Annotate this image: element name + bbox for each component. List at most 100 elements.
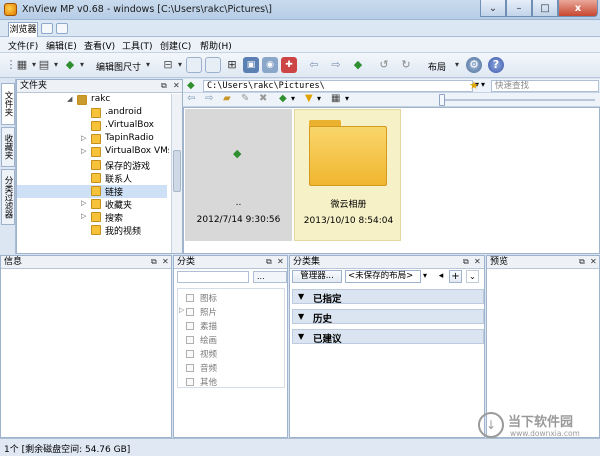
resize-dropdown-icon[interactable]: ▾ — [140, 57, 156, 73]
resize-button[interactable]: 编辑图尺寸 — [96, 60, 141, 73]
category-checkbox[interactable] — [186, 322, 194, 330]
menu-tools[interactable]: 工具(T) — [122, 39, 153, 52]
tree-item[interactable]: 链接 — [17, 185, 167, 198]
category-checkbox[interactable] — [186, 378, 194, 386]
rotate-left-icon[interactable]: ↺ — [376, 57, 392, 73]
quick-search-input[interactable]: 快速查找 — [491, 80, 599, 92]
add-layout-button[interactable]: + — [449, 270, 462, 283]
category-set-group[interactable]: ▼ 历史 — [292, 309, 484, 325]
tree-item[interactable]: ▷ VirtualBox VMs — [17, 146, 169, 159]
menu-help[interactable]: 帮助(H) — [200, 39, 232, 52]
close-button[interactable]: x — [558, 0, 598, 17]
reload-icon[interactable]: ◆ — [350, 57, 366, 73]
thumb-view-icon[interactable]: ▦ — [331, 93, 340, 104]
tab-viewer-icon[interactable] — [41, 23, 53, 34]
collapse-arrow-icon[interactable]: ▼ — [298, 312, 304, 321]
menu-view[interactable]: 查看(V) — [84, 39, 115, 52]
preview-close-icon[interactable]: ✕ — [590, 257, 597, 266]
minimize-button[interactable]: – — [506, 0, 532, 17]
tree-item[interactable]: ▷ TapinRadio — [17, 133, 167, 146]
back-arrow-icon[interactable]: ⇦ — [306, 57, 322, 73]
menu-file[interactable]: 文件(F) — [8, 39, 38, 52]
delete-icon[interactable]: ✖ — [259, 93, 267, 104]
side-tab-folders[interactable]: 文件夹 — [1, 83, 15, 125]
category-expander-icon[interactable]: ▷ — [179, 306, 184, 314]
side-tab-category-filter[interactable]: 分类过滤器 — [1, 169, 15, 225]
float-panel-icon[interactable]: ⧉ — [161, 81, 167, 91]
category-search-input[interactable] — [177, 271, 249, 283]
thumb-size-icon[interactable]: ▤ — [36, 57, 58, 73]
tree-expander-icon[interactable]: ▷ — [81, 134, 86, 142]
rotate-right-icon[interactable]: ↻ — [398, 57, 414, 73]
category-float-icon[interactable]: ⧉ — [266, 257, 272, 267]
extra-caption-button[interactable]: ⌄ — [480, 0, 506, 17]
go-icon[interactable]: ◆ — [187, 80, 195, 91]
settings-gear-icon[interactable]: ⚙ — [466, 57, 482, 73]
zoom-slider-handle[interactable] — [439, 94, 445, 106]
maximize-button[interactable]: □ — [532, 0, 558, 17]
tree-expander-icon[interactable]: ▷ — [81, 212, 86, 220]
category-close-icon[interactable]: ✕ — [277, 257, 284, 266]
folder-scrollbar-thumb[interactable] — [173, 150, 181, 192]
filter-dropdown-icon[interactable]: ▾ — [317, 94, 321, 103]
catset-float-icon[interactable]: ⧉ — [463, 257, 469, 267]
thumb-weiyun-album[interactable]: 微云相册 2013/10/10 8:54:04 — [294, 109, 401, 241]
category-set-group[interactable]: ▼ 已建议 — [292, 329, 484, 345]
tree-item[interactable]: ◢ rakc — [17, 94, 167, 107]
category-dropdown[interactable]: ... — [253, 271, 287, 283]
category-checkbox[interactable] — [186, 294, 194, 302]
category-checkbox[interactable] — [186, 308, 194, 316]
zoom-slider-track[interactable] — [439, 94, 595, 106]
tree-item[interactable]: .VirtualBox — [17, 120, 167, 133]
tree-item[interactable]: 联系人 — [17, 172, 167, 185]
preview-float-icon[interactable]: ⧉ — [579, 257, 585, 267]
thumb-view-dropdown-icon[interactable]: ▾ — [345, 94, 349, 103]
tree-item[interactable]: 保存的游戏 — [17, 159, 167, 172]
layout-button[interactable]: 布局 — [428, 60, 446, 73]
layout-dropdown-icon[interactable]: ▾ — [449, 57, 465, 73]
tree-item[interactable]: ▷ 搜索 — [17, 211, 167, 224]
category-checkbox[interactable] — [186, 364, 194, 372]
slideshow-icon[interactable]: ▣ — [243, 57, 259, 73]
view-mode-icon[interactable]: ▦ — [14, 57, 36, 73]
sync-dropdown-icon[interactable]: ▾ — [291, 94, 295, 103]
tree-expander-icon[interactable]: ▷ — [81, 147, 86, 155]
menu-create[interactable]: 创建(C) — [160, 39, 191, 52]
menu-edit[interactable]: 编辑(E) — [46, 39, 77, 52]
tab-browser[interactable]: 浏览器 — [8, 22, 38, 37]
side-tab-favorites[interactable]: 收藏夹 — [1, 127, 15, 167]
collapse-arrow-icon[interactable]: ▼ — [298, 332, 304, 341]
nav-back-icon[interactable]: ⇦ — [187, 93, 195, 104]
help-icon[interactable]: ? — [488, 57, 504, 73]
sync-icon[interactable]: ◆ — [279, 93, 287, 104]
capture-icon[interactable]: ◉ — [262, 57, 278, 73]
path-input[interactable]: C:\Users\rakc\Pictures\ — [203, 80, 473, 92]
rename-icon[interactable]: ✎ — [241, 93, 249, 104]
category-set-group[interactable]: ▼ 已指定 — [292, 289, 484, 305]
panel-toggle-2-icon[interactable] — [205, 57, 221, 73]
compare-icon[interactable]: ✚ — [281, 57, 297, 73]
bookmark-star-icon[interactable]: ★ — [469, 79, 479, 92]
manager-button[interactable]: 管理器... — [292, 270, 342, 283]
forward-arrow-icon[interactable]: ⇨ — [328, 57, 344, 73]
info-close-icon[interactable]: ✕ — [162, 257, 169, 266]
new-folder-icon[interactable]: ▰ — [223, 93, 231, 104]
close-panel-icon[interactable]: ✕ — [173, 81, 180, 90]
catset-close-icon[interactable]: ✕ — [474, 257, 481, 266]
layout-select[interactable]: <未保存的布局> — [345, 270, 421, 283]
tree-item[interactable]: .android — [17, 107, 167, 120]
layout-minus-icon[interactable]: ◂ — [435, 271, 447, 283]
category-checkbox[interactable] — [186, 336, 194, 344]
panel-toggle-1-icon[interactable] — [186, 57, 202, 73]
category-checkbox[interactable] — [186, 350, 194, 358]
info-float-icon[interactable]: ⧉ — [151, 257, 157, 267]
folder-scrollbar[interactable] — [171, 94, 182, 253]
network-icon[interactable]: ⊞ — [224, 57, 240, 73]
tree-item[interactable]: 我的视频 — [17, 224, 167, 237]
layout-select-dropdown-icon[interactable]: ▾ — [423, 271, 427, 280]
filter-icon[interactable]: ▼ — [305, 93, 313, 104]
tab-folder-icon[interactable] — [56, 23, 68, 34]
nav-forward-icon[interactable]: ⇨ — [205, 93, 213, 104]
tree-item[interactable]: ▷ 收藏夹 — [17, 198, 167, 211]
tree-expander-icon[interactable]: ▷ — [81, 199, 86, 207]
